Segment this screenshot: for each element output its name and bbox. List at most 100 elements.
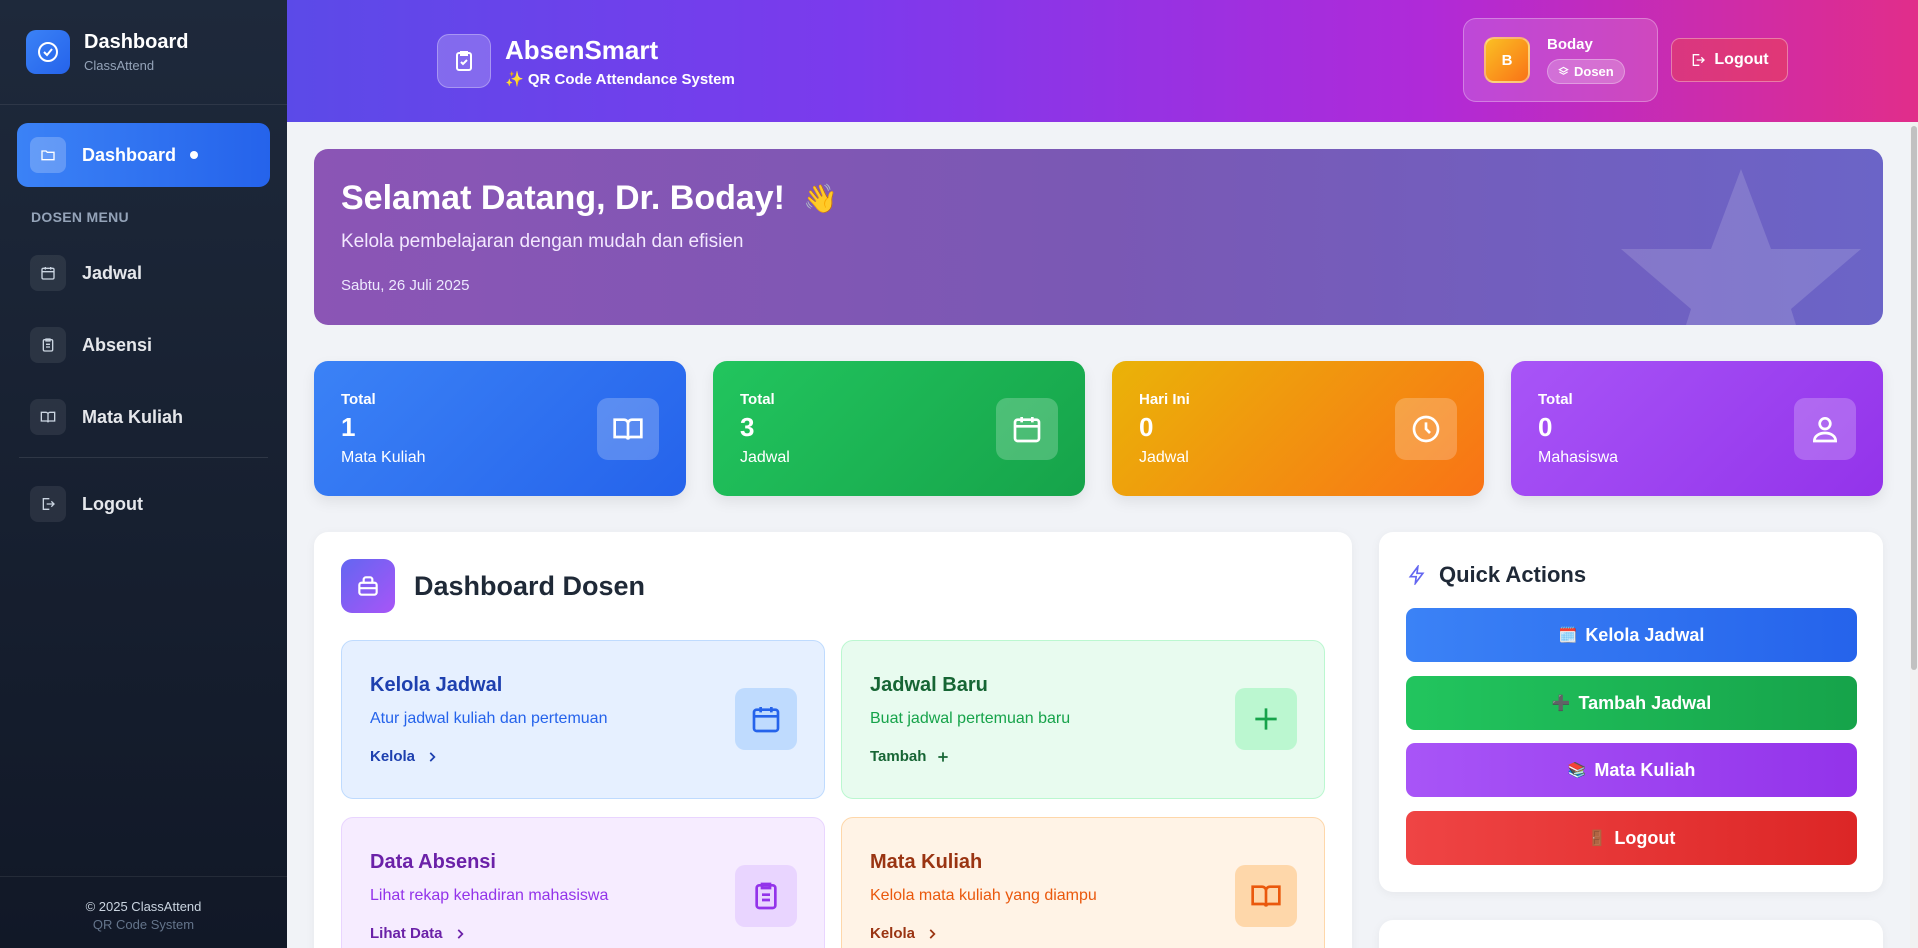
lightning-icon bbox=[1407, 565, 1427, 585]
chevron-right-icon bbox=[453, 927, 467, 941]
sidebar-divider bbox=[19, 457, 268, 458]
sidebar: Dashboard ClassAttend Dashboard DOSEN ME… bbox=[0, 0, 287, 948]
welcome-subtitle: Kelola pembelajaran dengan mudah dan efi… bbox=[341, 231, 744, 252]
app-name: AbsenSmart bbox=[505, 34, 659, 65]
check-circle-icon bbox=[26, 30, 70, 74]
card-link-label: Lihat Data bbox=[370, 925, 443, 942]
logout-icon bbox=[30, 486, 66, 522]
quick-actions-panel: Quick Actions 🗓️ Kelola Jadwal ➕ Tambah … bbox=[1379, 532, 1883, 892]
card-description: Lihat rekap kehadiran mahasiswa bbox=[370, 887, 609, 904]
plus-icon: ➕ bbox=[1551, 695, 1571, 712]
card-link-label: Kelola bbox=[370, 748, 416, 765]
calendar-icon bbox=[735, 688, 797, 750]
card-kelola-jadwal[interactable]: Kelola Jadwal Atur jadwal kuliah dan per… bbox=[341, 640, 825, 799]
clipboard-list-icon bbox=[735, 865, 797, 927]
book-icon bbox=[30, 399, 66, 435]
welcome-banner: Selamat Datang, Dr. Boday! 👋 Kelola pemb… bbox=[314, 149, 1883, 325]
card-data-absensi[interactable]: Data Absensi Lihat rekap kehadiran mahas… bbox=[341, 817, 825, 948]
sidebar-item-jadwal[interactable]: Jadwal bbox=[17, 241, 270, 305]
card-link-label: Kelola bbox=[870, 925, 916, 942]
footer-tagline: QR Code System bbox=[92, 917, 195, 932]
quick-kelola-jadwal-button[interactable]: 🗓️ Kelola Jadwal bbox=[1406, 608, 1857, 662]
stat-value: 3 bbox=[740, 412, 755, 442]
stat-caption: Hari Ini bbox=[1139, 391, 1190, 408]
button-label: Kelola Jadwal bbox=[1585, 624, 1705, 645]
books-icon: 📚 bbox=[1567, 762, 1587, 779]
stat-card-mata-kuliah: Total 1 Mata Kuliah bbox=[314, 361, 686, 496]
panel-header: Dashboard Dosen bbox=[341, 559, 645, 613]
welcome-heading: Selamat Datang, Dr. Boday! bbox=[341, 179, 786, 217]
plus-icon bbox=[1235, 688, 1297, 750]
avatar: B bbox=[1484, 37, 1530, 83]
quick-logout-button[interactable]: 🚪 Logout bbox=[1406, 811, 1857, 865]
quick-mata-kuliah-button[interactable]: 📚 Mata Kuliah bbox=[1406, 743, 1857, 797]
secondary-card bbox=[1379, 920, 1883, 948]
stat-caption: Total bbox=[1538, 391, 1573, 408]
sidebar-footer: © 2025 ClassAttend QR Code System bbox=[0, 876, 287, 948]
card-mata-kuliah[interactable]: Mata Kuliah Kelola mata kuliah yang diam… bbox=[841, 817, 1325, 948]
role-label: Dosen bbox=[1574, 64, 1614, 79]
sidebar-item-label: Logout bbox=[82, 493, 143, 514]
card-link-label: Tambah bbox=[870, 748, 927, 765]
card-description: Buat jadwal pertemuan baru bbox=[870, 710, 1071, 727]
welcome-date: Sabtu, 26 Juli 2025 bbox=[341, 277, 470, 294]
header-logout-button[interactable]: Logout bbox=[1671, 38, 1788, 82]
stat-value: 1 bbox=[341, 412, 356, 442]
sidebar-item-label: Jadwal bbox=[82, 262, 143, 283]
calendar-icon bbox=[996, 398, 1058, 460]
logout-icon bbox=[1690, 52, 1706, 68]
card-title: Mata Kuliah bbox=[870, 851, 983, 873]
quick-actions-header: Quick Actions bbox=[1407, 562, 1586, 588]
star-icon bbox=[1621, 169, 1861, 325]
sidebar-item-label: Dashboard bbox=[82, 144, 177, 165]
card-link[interactable]: Tambah bbox=[870, 748, 950, 765]
briefcase-icon bbox=[341, 559, 395, 613]
chevron-right-icon bbox=[925, 927, 939, 941]
card-title: Kelola Jadwal bbox=[370, 674, 503, 696]
sidebar-item-mata-kuliah[interactable]: Mata Kuliah bbox=[17, 385, 270, 449]
card-title: Data Absensi bbox=[370, 851, 496, 873]
app-tagline: ✨ QR Code Attendance System bbox=[505, 70, 735, 88]
clock-icon bbox=[1395, 398, 1457, 460]
scrollbar-thumb[interactable] bbox=[1911, 126, 1917, 670]
card-jadwal-baru[interactable]: Jadwal Baru Buat jadwal pertemuan baru T… bbox=[841, 640, 1325, 799]
clipboard-check-icon bbox=[437, 34, 491, 88]
stat-card-hari-ini: Hari Ini 0 Jadwal bbox=[1112, 361, 1484, 496]
footer-copyright: © 2025 ClassAttend bbox=[85, 899, 202, 914]
button-label: Logout bbox=[1614, 827, 1676, 848]
user-name: Boday bbox=[1547, 36, 1593, 53]
stat-card-jadwal: Total 3 Jadwal bbox=[713, 361, 1085, 496]
welcome-title: Selamat Datang, Dr. Boday! 👋 bbox=[341, 179, 838, 218]
sidebar-subtitle: ClassAttend bbox=[84, 58, 155, 73]
folder-icon bbox=[30, 137, 66, 173]
stat-value: 0 bbox=[1538, 412, 1553, 442]
card-description: Atur jadwal kuliah dan pertemuan bbox=[370, 710, 608, 727]
sidebar-item-label: Absensi bbox=[82, 334, 153, 355]
user-profile[interactable]: B Boday Dosen bbox=[1463, 18, 1658, 102]
sidebar-title: Dashboard bbox=[84, 31, 189, 53]
stat-caption: Total bbox=[341, 391, 376, 408]
active-indicator bbox=[190, 151, 199, 159]
sidebar-brand[interactable]: Dashboard ClassAttend bbox=[0, 0, 287, 105]
sidebar-item-label: Mata Kuliah bbox=[82, 406, 184, 427]
sidebar-item-logout[interactable]: Logout bbox=[17, 472, 270, 536]
book-icon bbox=[597, 398, 659, 460]
card-link[interactable]: Kelola bbox=[870, 925, 939, 942]
stat-card-mahasiswa: Total 0 Mahasiswa bbox=[1511, 361, 1883, 496]
sidebar-item-dashboard[interactable]: Dashboard bbox=[17, 123, 270, 187]
calendar-icon bbox=[30, 255, 66, 291]
quick-tambah-jadwal-button[interactable]: ➕ Tambah Jadwal bbox=[1406, 676, 1857, 730]
card-title: Jadwal Baru bbox=[870, 674, 988, 696]
book-icon bbox=[1235, 865, 1297, 927]
stat-unit: Mata Kuliah bbox=[341, 449, 426, 466]
sidebar-section-label: DOSEN MENU bbox=[31, 209, 129, 225]
app-brand[interactable]: AbsenSmart ✨ QR Code Attendance System bbox=[437, 34, 735, 88]
stat-caption: Total bbox=[740, 391, 775, 408]
sidebar-item-absensi[interactable]: Absensi bbox=[17, 313, 270, 377]
role-badge: Dosen bbox=[1547, 59, 1625, 84]
clipboard-icon bbox=[30, 327, 66, 363]
layers-icon bbox=[1558, 66, 1569, 77]
calendar-icon: 🗓️ bbox=[1558, 627, 1578, 644]
card-link[interactable]: Kelola bbox=[370, 748, 439, 765]
card-link[interactable]: Lihat Data bbox=[370, 925, 467, 942]
